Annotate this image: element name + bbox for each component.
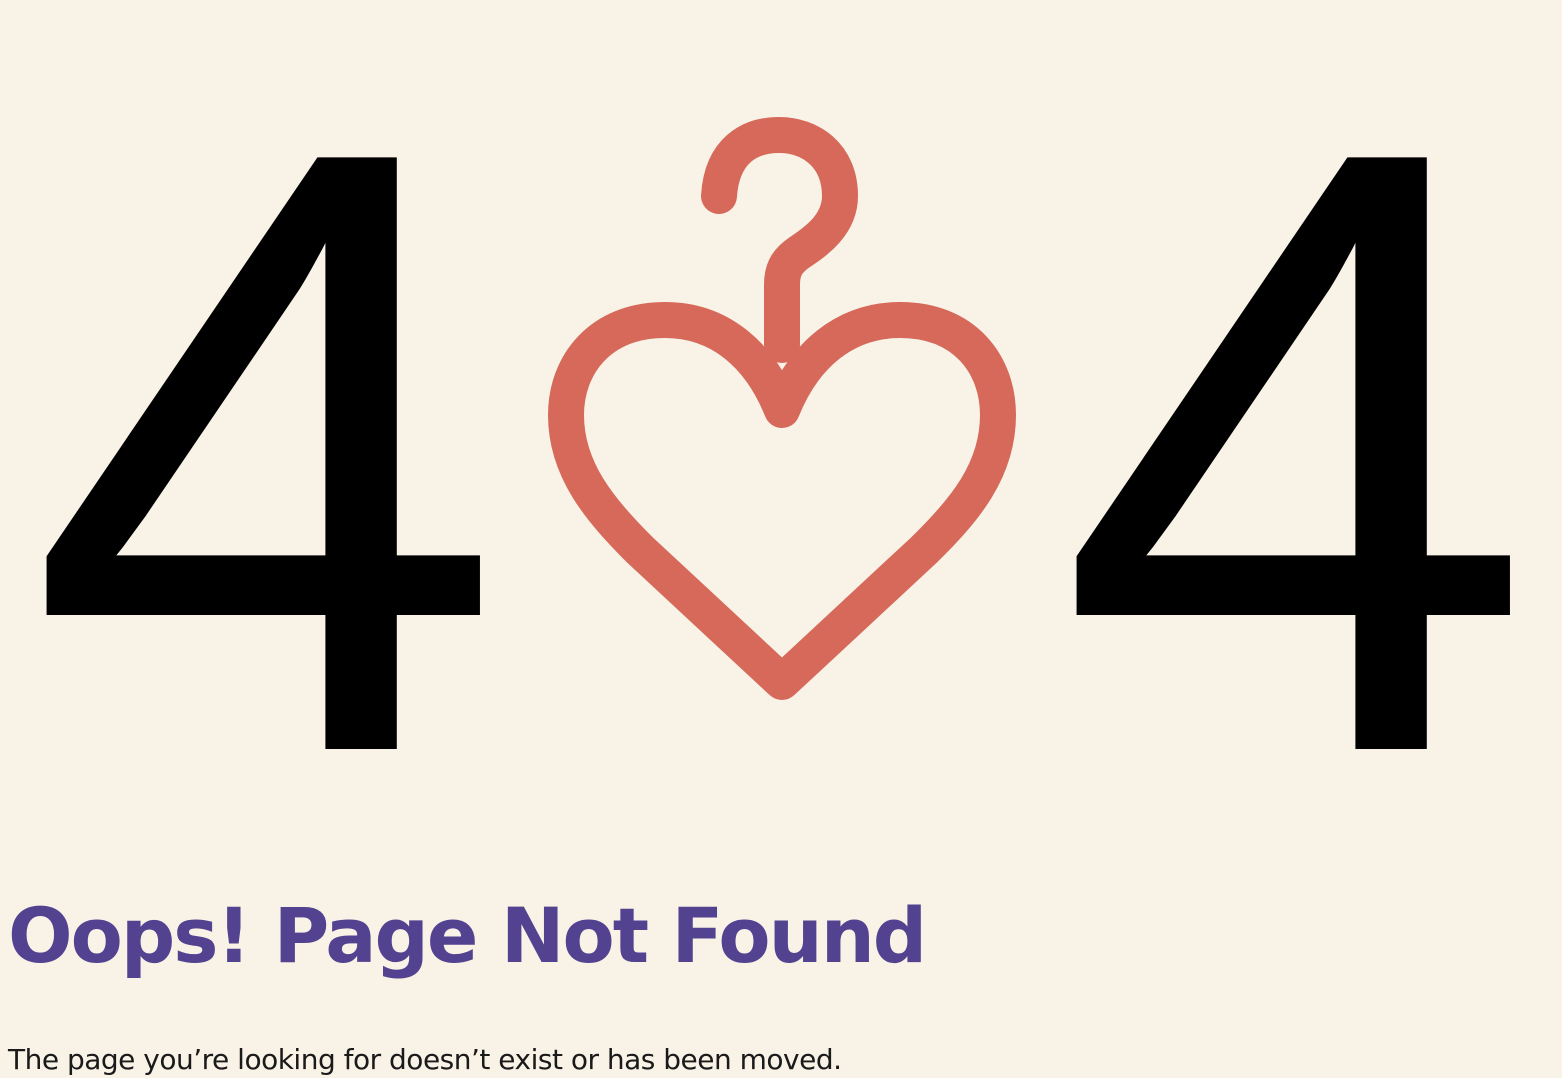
error-digit-left: 4 — [27, 0, 505, 800]
page-title: Oops! Page Not Found — [8, 891, 927, 980]
error-digit-right: 4 — [1057, 0, 1535, 800]
not-found-page: 4 4 Oops! Page Not Found The page you’re… — [0, 0, 1562, 1078]
heart-hanger-icon — [548, 117, 1016, 700]
error-message: The page you’re looking for doesn’t exis… — [8, 1043, 842, 1076]
error-code-graphic: 4 4 — [27, 0, 1535, 800]
